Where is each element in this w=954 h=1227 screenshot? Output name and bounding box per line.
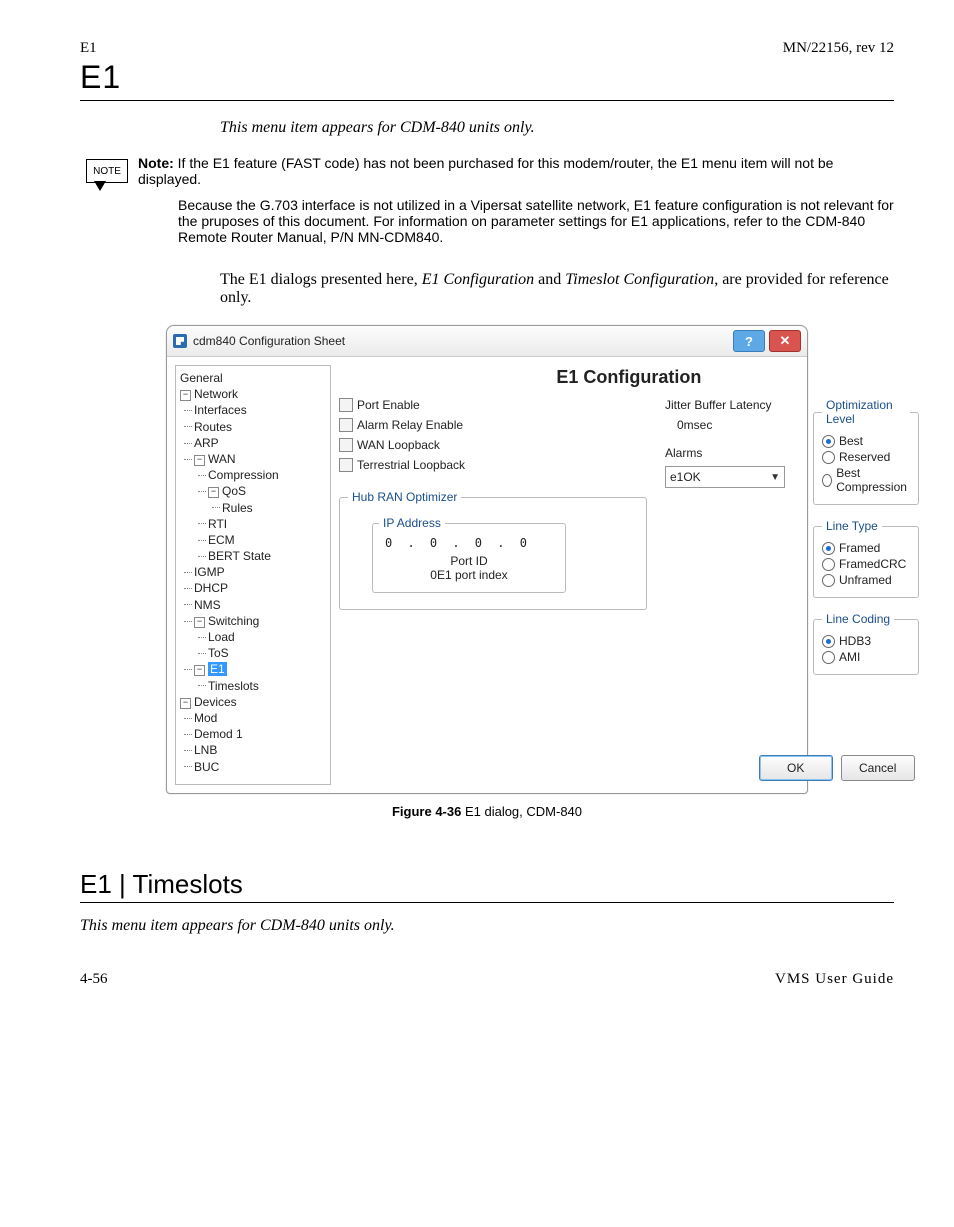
tree-interfaces[interactable]: Interfaces [194,402,328,418]
tree-dhcp[interactable]: DHCP [194,580,328,596]
opt-reserved-radio[interactable]: Reserved [822,450,910,464]
config-dialog: cdm840 Configuration Sheet ? ✕ General −… [166,325,808,794]
ref-em-2: Timeslot Configuration [565,271,714,288]
terrestrial-loopback-checkbox[interactable]: Terrestrial Loopback [339,458,647,472]
section-rule [80,902,894,903]
ip-address-field[interactable]: 0 . 0 . 0 . 0 [379,534,559,552]
tree-network[interactable]: −Network Interfaces Routes ARP −WAN Comp… [180,386,328,694]
nav-tree[interactable]: General −Network Interfaces Routes ARP −… [175,365,331,785]
linetype-framedcrc-radio[interactable]: FramedCRC [822,557,910,571]
tree-lnb[interactable]: LNB [194,742,328,758]
tree-qos[interactable]: −QoS Rules [208,483,328,515]
ref-text-2: and [534,271,565,288]
tree-igmp[interactable]: IGMP [194,564,328,580]
header-rule [80,100,894,101]
note-paragraph-2: Because the G.703 interface is not utili… [178,197,894,245]
alarms-value: e1OK [670,470,701,484]
ip-address-group: IP Address 0 . 0 . 0 . 0 Port ID 0E1 por… [372,516,566,593]
opt-best-compression-radio[interactable]: Best Compression [822,466,910,494]
optimization-level-legend: Optimization Level [822,398,910,426]
tree-arp[interactable]: ARP [194,435,328,451]
line-coding-group: Line Coding HDB3 AMI [813,612,919,675]
tree-buc[interactable]: BUC [194,759,328,775]
hub-legend: Hub RAN Optimizer [348,490,461,504]
timeslots-intro: This menu item appears for CDM-840 units… [80,917,894,935]
panel-heading: E1 Configuration [339,367,919,388]
tree-rules[interactable]: Rules [222,500,328,516]
alarms-combobox[interactable]: e1OK ▼ [665,466,785,488]
ref-em-1: E1 Configuration [422,271,534,288]
chevron-down-icon: ▼ [770,472,780,483]
tree-wan[interactable]: −WAN Compression −QoS Rules RTI ECM BERT… [194,451,328,564]
ok-button[interactable]: OK [759,755,833,781]
tree-routes[interactable]: Routes [194,419,328,435]
ip-address-label: IP Address [379,516,445,530]
app-icon [173,334,187,348]
help-button[interactable]: ? [733,330,765,352]
port-id-label: Port ID [379,554,559,568]
linecoding-hdb3-radio[interactable]: HDB3 [822,634,910,648]
tree-general[interactable]: General [180,370,328,386]
port-id-value[interactable]: 0E1 port index [379,568,559,582]
dialog-title: cdm840 Configuration Sheet [193,334,729,348]
jitter-buffer-label: Jitter Buffer Latency [665,398,795,412]
tree-mod[interactable]: Mod [194,710,328,726]
note-icon-label: NOTE [86,159,128,183]
dialog-titlebar[interactable]: cdm840 Configuration Sheet ? ✕ [167,326,807,357]
note-icon: NOTE [80,159,130,195]
running-head-left: E1 [80,40,97,57]
tree-rti[interactable]: RTI [208,516,328,532]
tree-ecm[interactable]: ECM [208,532,328,548]
alarms-label: Alarms [665,446,795,460]
tree-tos[interactable]: ToS [208,645,328,661]
page-number: 4-56 [80,971,108,988]
figure-caption: Figure 4-36 E1 dialog, CDM-840 [80,804,894,819]
section-heading-timeslots: E1 | Timeslots [80,869,894,900]
tree-switching[interactable]: −Switching Load ToS [194,613,328,662]
linecoding-ami-radio[interactable]: AMI [822,650,910,664]
linetype-framed-radio[interactable]: Framed [822,541,910,555]
line-coding-legend: Line Coding [822,612,894,626]
intro-sentence: This menu item appears for CDM-840 units… [220,119,894,137]
figure-caption-text: E1 dialog, CDM-840 [461,804,582,819]
tree-load[interactable]: Load [208,629,328,645]
alarm-relay-checkbox[interactable]: Alarm Relay Enable [339,418,647,432]
running-head-right: MN/22156, rev 12 [783,40,894,57]
linetype-unframed-radio[interactable]: Unframed [822,573,910,587]
figure-caption-number: Figure 4-36 [392,804,461,819]
wan-loopback-checkbox[interactable]: WAN Loopback [339,438,647,452]
cancel-button[interactable]: Cancel [841,755,915,781]
port-enable-checkbox[interactable]: Port Enable [339,398,647,412]
optimization-level-group: Optimization Level Best Reserved Best Co… [813,398,919,505]
tree-demod1[interactable]: Demod 1 [194,726,328,742]
tree-nms[interactable]: NMS [194,597,328,613]
page-title: E1 [80,59,894,96]
ref-text-1: The E1 dialogs presented here, [220,271,422,288]
reference-paragraph: The E1 dialogs presented here, E1 Config… [220,271,894,307]
line-type-group: Line Type Framed FramedCRC Unframed [813,519,919,598]
footer-guide-title: VMS User Guide [775,971,894,988]
jitter-buffer-value: 0msec [665,418,795,432]
close-button[interactable]: ✕ [769,330,801,352]
tree-devices[interactable]: −Devices Mod Demod 1 LNB BUC [180,694,328,775]
note-paragraph-1: If the E1 feature (FAST code) has not be… [138,155,833,187]
tree-bert[interactable]: BERT State [208,548,328,564]
line-type-legend: Line Type [822,519,882,533]
tree-compression[interactable]: Compression [208,467,328,483]
hub-ran-optimizer-group: Hub RAN Optimizer IP Address 0 . 0 . 0 .… [339,490,647,610]
tree-e1[interactable]: −E1 Timeslots [194,661,328,693]
tree-timeslots[interactable]: Timeslots [208,678,328,694]
opt-best-radio[interactable]: Best [822,434,910,448]
note-label: Note: [138,155,174,171]
